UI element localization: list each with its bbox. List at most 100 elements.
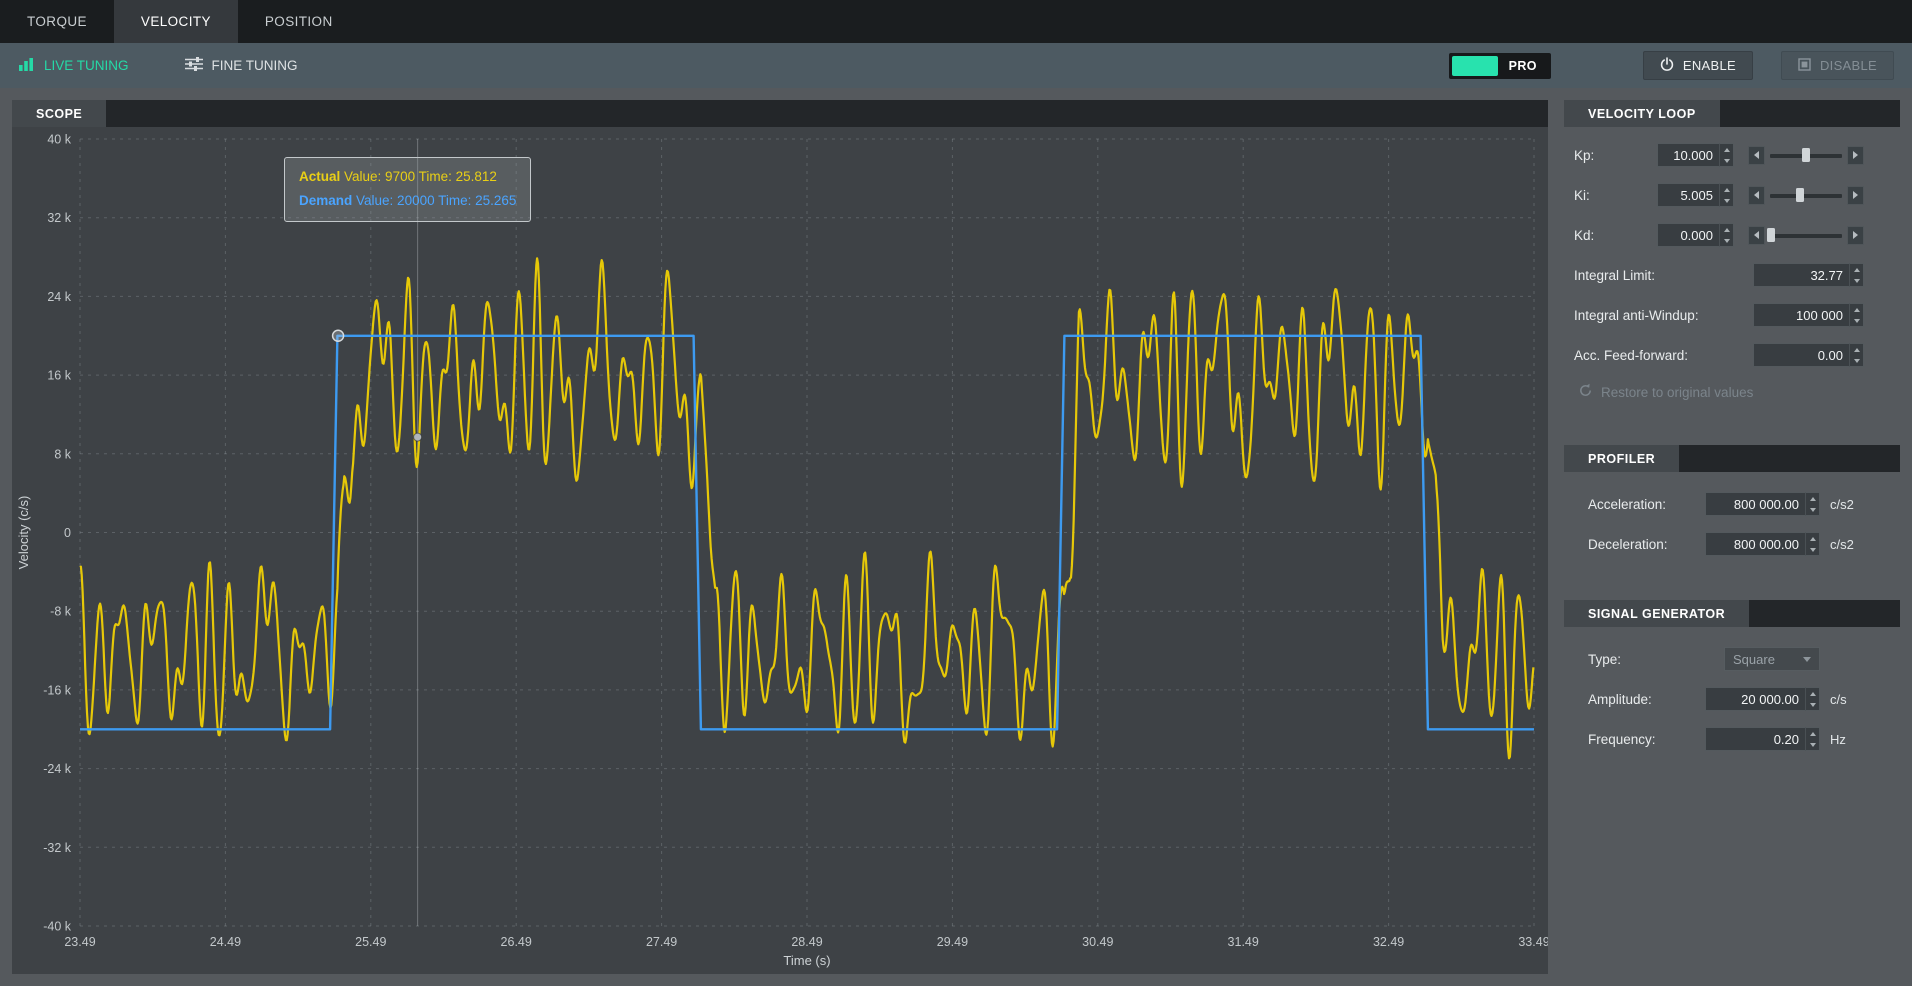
svg-text:27.49: 27.49 xyxy=(646,935,677,949)
kp-row: Kp: xyxy=(1574,135,1864,175)
kp-slider-handle[interactable] xyxy=(1802,148,1810,162)
pro-toggle-switch[interactable] xyxy=(1451,55,1498,76)
slider-right-button[interactable] xyxy=(1847,185,1864,205)
slider-right-button[interactable] xyxy=(1847,145,1864,165)
pro-toggle[interactable]: PRO xyxy=(1448,52,1551,79)
slider-left-button[interactable] xyxy=(1748,145,1765,165)
scope-chart-area: 23.49 24.49 25.49 26.49 27.49 28.49 29.49 30.49… xyxy=(12,127,1548,974)
chart-tooltip: Actual Value: 9700 Time: 25.812 Demand V… xyxy=(284,157,532,222)
amplitude-label: Amplitude: xyxy=(1588,691,1652,707)
acc-feedforward-label: Acc. Feed-forward: xyxy=(1574,347,1689,363)
amplitude-input[interactable] xyxy=(1705,687,1805,711)
spin-down-button[interactable] xyxy=(1806,504,1819,515)
spin-up-button[interactable] xyxy=(1806,533,1819,544)
spin-down-button[interactable] xyxy=(1850,315,1863,326)
kd-slider-handle[interactable] xyxy=(1767,228,1776,242)
deceleration-input[interactable] xyxy=(1705,532,1805,556)
svg-text:Velocity (c/s): Velocity (c/s) xyxy=(16,496,31,570)
spin-up-button[interactable] xyxy=(1806,688,1819,699)
fine-tuning-icon xyxy=(184,57,203,74)
svg-text:32.49: 32.49 xyxy=(1373,935,1404,949)
acceleration-unit: c/s2 xyxy=(1830,496,1854,512)
svg-text:16 k: 16 k xyxy=(47,369,71,383)
disable-button[interactable]: DISABLE xyxy=(1780,51,1894,80)
acceleration-label: Acceleration: xyxy=(1588,496,1667,512)
spin-down-button[interactable] xyxy=(1720,155,1733,166)
fine-tuning-label: FINE TUNING xyxy=(211,58,298,73)
content-area: SCOPE 23.49 24.49 25.49 26.49 27.49 28.49 29.4… xyxy=(0,88,1912,986)
type-dropdown-value: Square xyxy=(1733,651,1775,667)
slider-left-button[interactable] xyxy=(1748,185,1765,205)
spin-up-button[interactable] xyxy=(1850,304,1863,315)
spin-down-button[interactable] xyxy=(1806,699,1819,710)
kd-input[interactable] xyxy=(1657,223,1719,247)
acc-feedforward-row: Acc. Feed-forward: xyxy=(1574,335,1864,375)
kp-slider[interactable] xyxy=(1770,146,1842,165)
enable-button-label: ENABLE xyxy=(1682,58,1736,73)
fine-tuning-button[interactable]: FINE TUNING xyxy=(184,57,298,74)
svg-text:24.49: 24.49 xyxy=(210,935,241,949)
ki-slider[interactable] xyxy=(1770,186,1842,205)
ki-slider-handle[interactable] xyxy=(1796,188,1805,202)
svg-text:33.49: 33.49 xyxy=(1518,935,1548,949)
enable-button[interactable]: ENABLE xyxy=(1642,51,1753,80)
tab-position[interactable]: POSITION xyxy=(238,0,360,43)
kd-spinner xyxy=(1719,223,1734,247)
kd-slider-group xyxy=(1748,225,1864,245)
tab-torque[interactable]: TORQUE xyxy=(0,0,114,43)
restore-icon xyxy=(1578,383,1593,401)
anti-windup-label: Integral anti-Windup: xyxy=(1574,307,1699,323)
spin-up-button[interactable] xyxy=(1850,344,1863,355)
chevron-down-icon xyxy=(1803,656,1811,662)
ki-label: Ki: xyxy=(1574,187,1590,203)
type-dropdown[interactable]: Square xyxy=(1724,647,1820,671)
frequency-label: Frequency: xyxy=(1588,731,1656,747)
tab-velocity[interactable]: VELOCITY xyxy=(113,0,238,43)
ki-input[interactable] xyxy=(1657,183,1719,207)
spin-down-button[interactable] xyxy=(1720,195,1733,206)
type-label: Type: xyxy=(1588,651,1622,667)
acceleration-input[interactable] xyxy=(1705,492,1805,516)
spin-up-button[interactable] xyxy=(1850,264,1863,275)
svg-text:23.49: 23.49 xyxy=(64,935,95,949)
spin-up-button[interactable] xyxy=(1720,184,1733,195)
live-tuning-button[interactable]: LIVE TUNING xyxy=(18,57,129,75)
integral-limit-row: Integral Limit: xyxy=(1574,255,1864,295)
spin-up-button[interactable] xyxy=(1720,144,1733,155)
spin-down-button[interactable] xyxy=(1806,544,1819,555)
kd-slider[interactable] xyxy=(1767,226,1842,245)
frequency-input[interactable] xyxy=(1705,727,1805,751)
svg-text:40 k: 40 k xyxy=(47,133,71,147)
spin-up-button[interactable] xyxy=(1806,728,1819,739)
integral-limit-input[interactable] xyxy=(1753,263,1849,287)
disable-button-label: DISABLE xyxy=(1819,58,1877,73)
anti-windup-input[interactable] xyxy=(1753,303,1849,327)
svg-text:-16 k: -16 k xyxy=(43,683,72,697)
slider-right-button[interactable] xyxy=(1847,225,1864,245)
svg-text:0: 0 xyxy=(64,526,71,540)
spin-down-button[interactable] xyxy=(1850,275,1863,286)
spin-down-button[interactable] xyxy=(1720,235,1733,246)
velocity-loop-title: VELOCITY LOOP xyxy=(1564,100,1720,127)
restore-label: Restore to original values xyxy=(1601,384,1754,400)
scope-tab[interactable]: SCOPE xyxy=(12,100,107,127)
acc-feedforward-input[interactable] xyxy=(1753,343,1849,367)
ki-row: Ki: xyxy=(1574,175,1864,215)
tooltip-actual-name: Actual xyxy=(299,169,341,184)
scope-chart[interactable]: 23.49 24.49 25.49 26.49 27.49 28.49 29.49 30.49… xyxy=(12,127,1548,974)
profiler-title: PROFILER xyxy=(1564,445,1680,472)
spin-down-button[interactable] xyxy=(1850,355,1863,366)
kp-input[interactable] xyxy=(1657,143,1719,167)
spin-up-button[interactable] xyxy=(1720,224,1733,235)
toolbar: LIVE TUNING FINE TUNING PRO ENABLE DISAB… xyxy=(0,43,1912,88)
restore-button[interactable]: Restore to original values xyxy=(1574,375,1864,409)
deceleration-unit: c/s2 xyxy=(1830,536,1854,552)
acceleration-spinner xyxy=(1805,492,1820,516)
spin-down-button[interactable] xyxy=(1806,739,1819,750)
deceleration-label: Deceleration: xyxy=(1588,536,1668,552)
acc-feedforward-spinner xyxy=(1849,343,1864,367)
frequency-row: Frequency: Hz xyxy=(1588,719,1864,759)
slider-left-button[interactable] xyxy=(1748,225,1765,245)
spin-up-button[interactable] xyxy=(1806,493,1819,504)
integral-limit-label: Integral Limit: xyxy=(1574,267,1656,283)
